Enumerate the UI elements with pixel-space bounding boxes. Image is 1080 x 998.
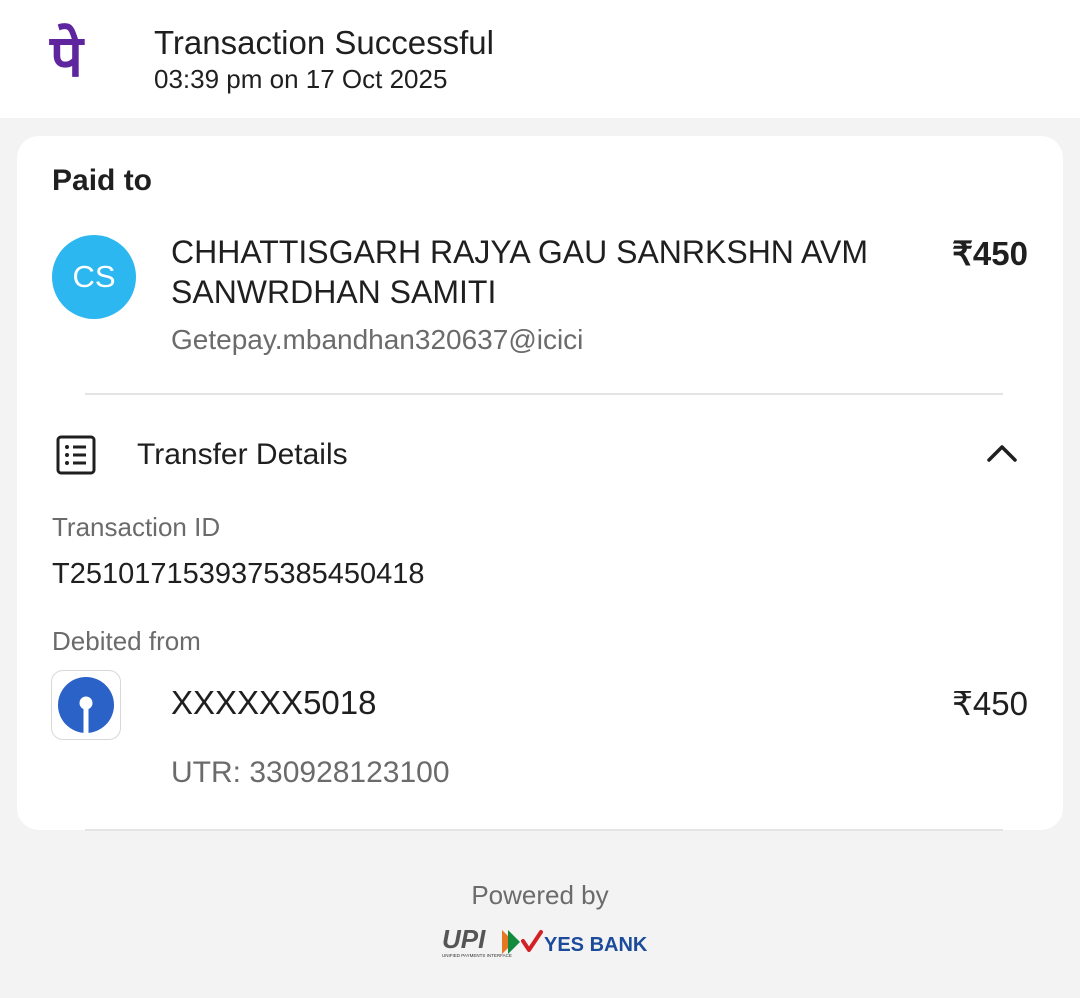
svg-text:पे: पे bbox=[49, 22, 85, 90]
payee-avatar: CS bbox=[52, 235, 136, 319]
divider bbox=[85, 829, 1003, 831]
transaction-id-value[interactable]: T2510171539375385450418 bbox=[52, 558, 425, 591]
avatar-initials: CS bbox=[72, 259, 116, 294]
paid-amount: ₹450 bbox=[951, 235, 1028, 272]
sbi-bank-logo-icon bbox=[51, 670, 121, 740]
chevron-up-icon[interactable] bbox=[985, 440, 1019, 464]
powered-by-label: Powered by bbox=[471, 880, 609, 910]
divider bbox=[85, 393, 1003, 395]
masked-account-number: XXXXXX5018 bbox=[171, 684, 377, 721]
svg-text:UNIFIED PAYMENTS INTERFACE: UNIFIED PAYMENTS INTERFACE bbox=[442, 953, 512, 958]
debited-from-label: Debited from bbox=[52, 626, 201, 656]
payee-upi-id: Getepay.mbandhan320637@icici bbox=[171, 324, 584, 355]
transaction-id-label: Transaction ID bbox=[52, 512, 221, 542]
transfer-details-label: Transfer Details bbox=[137, 438, 348, 471]
partner-logos: UPI UNIFIED PAYMENTS INTERFACE YES BANK bbox=[442, 924, 648, 958]
paid-to-label: Paid to bbox=[52, 164, 153, 197]
receipt-list-icon bbox=[56, 435, 96, 475]
page-title: Transaction Successful bbox=[154, 24, 494, 61]
upi-logo-icon: UPI UNIFIED PAYMENTS INTERFACE bbox=[442, 924, 520, 958]
yes-bank-logo-icon: YES BANK bbox=[521, 930, 648, 956]
header-bar: पे Transaction Successful 03:39 pm on 17… bbox=[0, 0, 1080, 118]
svg-text:UPI: UPI bbox=[442, 924, 486, 954]
payee-name: CHHATTISGARH RAJYA GAU SANRKSHN AVM SANW… bbox=[171, 234, 868, 310]
transaction-card: Paid to CS CHHATTISGARH RAJYA GAU SANRKS… bbox=[17, 136, 1063, 830]
sbi-emblem-icon bbox=[58, 677, 114, 734]
svg-text:YES BANK: YES BANK bbox=[544, 934, 648, 956]
transaction-timestamp: 03:39 pm on 17 Oct 2025 bbox=[154, 64, 448, 94]
phonepe-logo-icon: पे bbox=[49, 22, 85, 90]
utr-number[interactable]: UTR: 330928123100 bbox=[171, 756, 450, 790]
debited-amount: ₹450 bbox=[951, 685, 1028, 722]
